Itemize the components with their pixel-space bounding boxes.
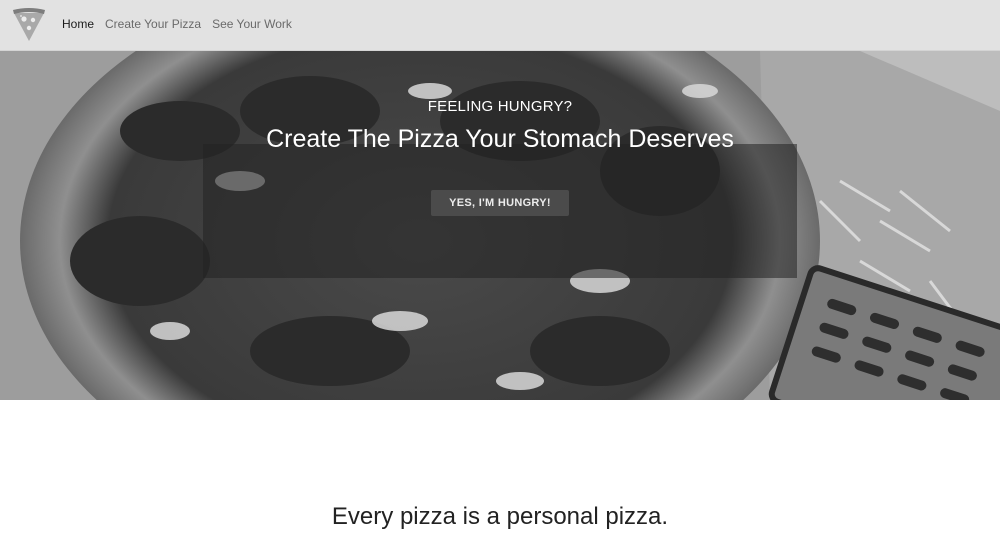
hero-title: Create The Pizza Your Stomach Deserves bbox=[266, 125, 734, 153]
nav-link-home[interactable]: Home bbox=[62, 17, 94, 31]
nav-links: Home Create Your Pizza See Your Work bbox=[62, 17, 292, 31]
nav-link-see-your-work[interactable]: See Your Work bbox=[212, 17, 292, 31]
section-heading: Every pizza is a personal pizza. bbox=[331, 503, 669, 530]
hero-eyebrow: FEELING HUNGRY? bbox=[427, 98, 573, 115]
pizza-slice-icon[interactable] bbox=[10, 5, 48, 43]
nav-link-create-your-pizza[interactable]: Create Your Pizza bbox=[105, 17, 201, 31]
top-navbar: Home Create Your Pizza See Your Work bbox=[0, 0, 1000, 51]
hungry-cta-button[interactable]: YES, I'M HUNGRY! bbox=[431, 190, 569, 216]
